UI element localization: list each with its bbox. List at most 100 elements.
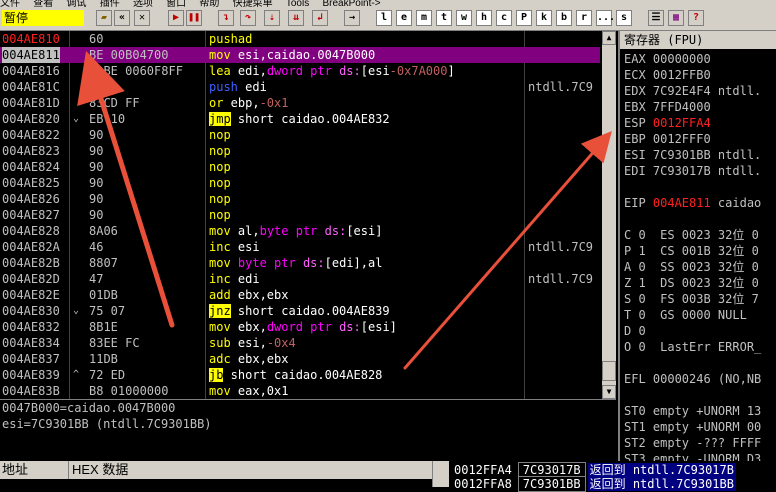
step-into-icon[interactable]: ↴	[218, 10, 234, 26]
register-line[interactable]: Z 1 DS 0023 32位 0	[624, 275, 759, 291]
execute-till-return-icon[interactable]: ↲	[312, 10, 328, 26]
toolbar-s[interactable]: s	[616, 10, 632, 26]
disassembly-row[interactable]: 004AE823 90 nop	[0, 143, 600, 159]
run-icon[interactable]: ▶	[168, 10, 184, 26]
scroll-down-icon[interactable]: ▼	[602, 385, 616, 399]
menu-file[interactable]: 文件	[0, 0, 20, 8]
register-line[interactable]: T 0 GS 0000 NULL	[624, 307, 747, 323]
disassembly-row[interactable]: 004AE826 90 nop	[0, 191, 600, 207]
help-icon[interactable]: ?	[688, 10, 704, 26]
rewind-icon[interactable]: «	[114, 10, 130, 26]
menu-shortcuts[interactable]: 快捷菜单	[233, 0, 273, 8]
disassembly-row[interactable]: 004AE811 BE 00B04700 mov esi,caidao.0047B0…	[0, 47, 600, 63]
go-to-icon[interactable]: →	[344, 10, 360, 26]
disassembly-row[interactable]: 004AE822 90 nop	[0, 127, 600, 143]
toolbar-dots[interactable]: ...	[596, 10, 615, 26]
disassembly-row[interactable]: 004AE825 90 nop	[0, 175, 600, 191]
toolbar-p[interactable]: P	[516, 10, 532, 26]
menu-options[interactable]: 选项	[133, 0, 153, 8]
scroll-thumb[interactable]	[602, 361, 616, 381]
registers-title[interactable]: 寄存器 (FPU)	[620, 31, 776, 49]
register-line[interactable]: P 1 CS 001B 32位 0	[624, 243, 759, 259]
register-line[interactable]: ST3 empty -UNORM D3	[624, 451, 761, 461]
menu-plugins[interactable]: 插件	[100, 0, 120, 8]
toolbar-e[interactable]: e	[396, 10, 412, 26]
menu-view[interactable]: 查看	[33, 0, 53, 8]
disassembly-row[interactable]: 004AE824 90 nop	[0, 159, 600, 175]
toolbar-t[interactable]: t	[436, 10, 452, 26]
dump-col-hex[interactable]: HEX 数据	[72, 461, 128, 479]
register-line[interactable]: S 0 FS 003B 32位 7	[624, 291, 759, 307]
step-over-icon[interactable]: ↷	[240, 10, 256, 26]
disassembly-row[interactable]: 004AE827 90 nop	[0, 207, 600, 223]
registers-pane[interactable]: 寄存器 (FPU) EAX 00000000 ECX 0012FFB0 EDX 7C…	[618, 31, 776, 461]
menu-window[interactable]: 窗口	[166, 0, 186, 8]
toolbar-b[interactable]: b	[556, 10, 572, 26]
register-line[interactable]: ESI 7C9301BB ntdll.	[624, 147, 761, 163]
dump-scrollbar[interactable]	[432, 461, 449, 487]
register-line[interactable]: EDX 7C92E4F4 ntdll.	[624, 83, 761, 99]
register-line[interactable]: EAX 00000000	[624, 51, 711, 67]
menu-debug[interactable]: 调试	[66, 0, 86, 8]
row-address: 004AE823	[2, 144, 60, 158]
disassembly-row[interactable]: 004AE82E 01DB add ebx,ebx	[0, 287, 600, 303]
close-icon[interactable]: ✕	[134, 10, 150, 26]
register-line[interactable]: EBP 0012FFF0	[624, 131, 711, 147]
disassembly-row[interactable]: 004AE834 83EE FC sub esi,-0x4	[0, 335, 600, 351]
disassembly-row[interactable]: 004AE81D 83CD FF or ebp,-0x1	[0, 95, 600, 111]
register-line[interactable]: EFL 00000246 (NO,NB	[624, 371, 761, 387]
trace-into-icon[interactable]: ⇣	[264, 10, 280, 26]
trace-over-icon[interactable]: ⇊	[288, 10, 304, 26]
bottom-panes: 地址 HEX 数据 0012FFA4 7C93017B 返回到 ntdll.7C93…	[0, 461, 776, 492]
register-line[interactable]: A 0 SS 0023 32位 0	[624, 259, 759, 275]
disassembly-row[interactable]: 004AE828 8A06 mov al,byte ptr ds:[esi]	[0, 223, 600, 239]
disassembly-row[interactable]: 004AE830 ⌄ 75 07 jnz short caidao.004AE839	[0, 303, 600, 319]
jump-marker: ⌄	[73, 113, 80, 124]
stack-row[interactable]: 0012FFA4 7C93017B 返回到 ntdll.7C93017B	[450, 462, 776, 478]
dump-col-address[interactable]: 地址	[2, 461, 28, 479]
pause-icon[interactable]: ❚❚	[186, 10, 202, 26]
list-icon[interactable]: ☰	[648, 10, 664, 26]
disassembly-row[interactable]: 004AE83B B8 01000000 mov eax,0x1	[0, 383, 600, 399]
disassembly-row[interactable]: 004AE82B 8807 mov byte ptr ds:[edi],al	[0, 255, 600, 271]
register-line[interactable]: C 0 ES 0023 32位 0	[624, 227, 759, 243]
disassembly-row[interactable]: 004AE810 60 pushad	[0, 31, 600, 47]
register-line[interactable]: EDI 7C93017B ntdll.	[624, 163, 761, 179]
disassembly-row[interactable]: 004AE82D 47 inc edi ntdll.7C9	[0, 271, 600, 287]
toolbar-c[interactable]: c	[496, 10, 512, 26]
toolbar-w[interactable]: w	[456, 10, 472, 26]
register-line[interactable]: EIP 004AE811 caidao	[624, 195, 761, 211]
disassembly-row[interactable]: 004AE832 8B1E mov ebx,dword ptr ds:[esi]	[0, 319, 600, 335]
toolbar-k[interactable]: k	[536, 10, 552, 26]
toolbar-l[interactable]: l	[376, 10, 392, 26]
disassembly-row[interactable]: 004AE837 11DB adc ebx,ebx	[0, 351, 600, 367]
disassembly-row[interactable]: 004AE82A 46 inc esi ntdll.7C9	[0, 239, 600, 255]
grid-icon[interactable]: ▦	[668, 10, 684, 26]
register-line[interactable]: ST1 empty +UNORM 00	[624, 419, 761, 435]
disassembly-row[interactable]: 004AE820 ⌄ EB 10 jmp short caidao.004AE832	[0, 111, 600, 127]
row-hex: 83CD FF	[89, 96, 140, 110]
disassembly-row[interactable]: 004AE839 ^ 72 ED jb short caidao.004AE828	[0, 367, 600, 383]
toolbar-r[interactable]: r	[576, 10, 592, 26]
scroll-up-icon[interactable]: ▲	[602, 31, 616, 45]
register-line[interactable]: ESP 0012FFA4	[624, 115, 711, 131]
toolbar-m[interactable]: m	[416, 10, 432, 26]
toolbar-h[interactable]: h	[476, 10, 492, 26]
disassembly-pane[interactable]: 004AE810 60 pushad 004AE811 BE 00B04700 mov e…	[0, 31, 602, 399]
register-line[interactable]: ST0 empty +UNORM 13	[624, 403, 761, 419]
register-line[interactable]: D 0	[624, 323, 646, 339]
row-hex: 8807	[89, 256, 118, 270]
register-line[interactable]: O 0 LastErr ERROR_	[624, 339, 761, 355]
disassembly-row[interactable]: 004AE81C 57 push edi ntdll.7C9	[0, 79, 600, 95]
disassembly-row[interactable]: 004AE816 8DBE 0060F8FF lea edi,dword ptr d…	[0, 63, 600, 79]
menu-breakpoint[interactable]: BreakPoint->	[322, 0, 380, 8]
disassembly-scrollbar[interactable]: ▲ ▼	[602, 31, 616, 399]
row-instruction: nop	[209, 128, 231, 142]
menu-help[interactable]: 帮助	[199, 0, 219, 8]
open-icon[interactable]: ▰	[96, 10, 112, 26]
register-line[interactable]: ECX 0012FFB0	[624, 67, 711, 83]
register-line[interactable]: ST2 empty -??? FFFF	[624, 435, 761, 451]
stack-row[interactable]: 0012FFA8 7C9301BB 返回到 ntdll.7C9301BB	[450, 476, 776, 492]
menu-tools[interactable]: Tools	[286, 0, 309, 8]
register-line[interactable]: EBX 7FFD4000	[624, 99, 711, 115]
